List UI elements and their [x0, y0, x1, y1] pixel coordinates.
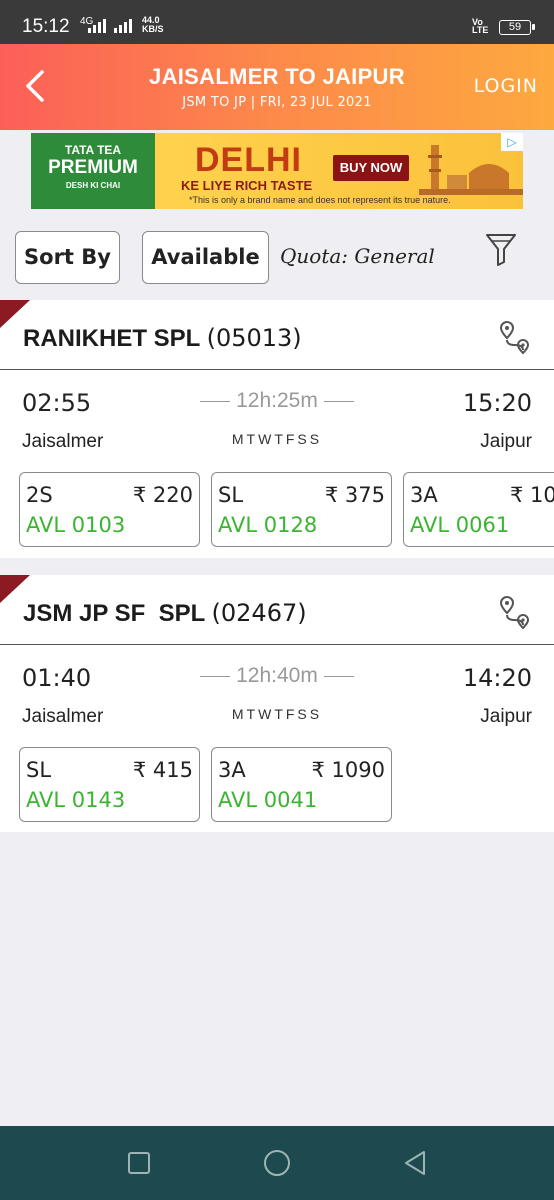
- class-price: ₹ 10: [510, 483, 554, 507]
- class-availability: AVL 0041: [218, 788, 318, 812]
- quota-value: General: [354, 244, 435, 268]
- class-availability: AVL 0061: [410, 513, 510, 537]
- duration-text: 12h:40m: [236, 664, 318, 687]
- ad-tagline: KE LIYE RICH TASTE: [181, 178, 313, 193]
- ad-buy-now-button[interactable]: BUY NOW: [333, 155, 409, 181]
- login-button[interactable]: LOGIN: [474, 75, 538, 97]
- class-name: 3A: [218, 758, 246, 782]
- train-name-text: JSM JP SF SPL: [23, 600, 205, 627]
- ad-choices-icon[interactable]: ▷: [501, 133, 523, 151]
- class-name: SL: [26, 758, 52, 782]
- class-option-3a[interactable]: 3A ₹ 1090 AVL 0041: [211, 747, 392, 822]
- class-availability: AVL 0128: [218, 513, 318, 537]
- class-availability: AVL 0103: [26, 513, 126, 537]
- train-card[interactable]: JSM JP SF SPL (02467) 01:40 12h:40m 14:2…: [0, 575, 554, 832]
- status-bar: 15:12 4G 44.0 KB/S Vo LTE 59: [0, 0, 554, 44]
- class-price: ₹ 375: [324, 483, 385, 507]
- speed-unit: KB/S: [142, 24, 164, 34]
- ad-brand-panel: TATA TEA PREMIUM DESH KI CHAI: [31, 133, 155, 209]
- app-header: JAISALMER TO JAIPUR JSM TO JP | FRI, 23 …: [0, 44, 554, 130]
- arrival-time: 15:20: [462, 389, 532, 417]
- route-map-icon[interactable]: [498, 594, 532, 630]
- volte-icon: Vo LTE: [472, 18, 489, 35]
- ad-banner[interactable]: TATA TEA PREMIUM DESH KI CHAI DELHI KE L…: [31, 133, 523, 209]
- train-number: (05013): [206, 324, 302, 352]
- signal-icon: [88, 17, 106, 33]
- class-option-3a[interactable]: 3A ₹ 10 AVL 0061: [403, 472, 554, 547]
- quota-label: Quota:: [280, 244, 349, 268]
- class-price: ₹ 220: [132, 483, 193, 507]
- volte-line2: LTE: [472, 25, 489, 35]
- class-option-sl[interactable]: SL ₹ 415 AVL 0143: [19, 747, 200, 822]
- ad-headline: DELHI: [195, 141, 302, 179]
- ad-disclaimer: *This is only a brand name and does not …: [189, 195, 451, 205]
- arrival-station: Jaipur: [480, 431, 532, 452]
- train-card[interactable]: RANIKHET SPL (05013) 02:55 12h:25m 15:20…: [0, 300, 554, 558]
- battery-icon: 59: [499, 20, 535, 35]
- ad-main-panel: DELHI KE LIYE RICH TASTE BUY NOW *This i…: [155, 133, 523, 209]
- signal-icon-2: [114, 17, 132, 33]
- train-number: (02467): [211, 599, 307, 627]
- sort-by-button[interactable]: Sort By: [15, 231, 120, 284]
- route-map-icon[interactable]: [498, 319, 532, 355]
- class-price: ₹ 415: [132, 758, 193, 782]
- available-filter-button[interactable]: Available: [142, 231, 269, 284]
- train-name-text: RANIKHET SPL: [23, 325, 200, 352]
- class-option-2s[interactable]: 2S ₹ 220 AVL 0103: [19, 472, 200, 547]
- home-icon[interactable]: [262, 1148, 292, 1178]
- class-list: 2S ₹ 220 AVL 0103 SL ₹ 375 AVL 0128 3A ₹…: [19, 472, 554, 548]
- running-days: MTWTFSS: [231, 706, 323, 722]
- back-triangle-icon[interactable]: [400, 1148, 430, 1178]
- quota-selector[interactable]: Quota: General: [280, 244, 435, 268]
- train-name: RANIKHET SPL (05013): [23, 324, 302, 353]
- recents-icon[interactable]: [124, 1148, 154, 1178]
- network-speed: 44.0 KB/S: [142, 16, 164, 34]
- arrival-time: 14:20: [462, 664, 532, 692]
- journey-subtitle: JSM TO JP | FRI, 23 JUL 2021: [182, 95, 372, 110]
- duration-text: 12h:25m: [236, 389, 318, 412]
- ad-brand-line2: PREMIUM: [48, 157, 138, 178]
- status-time: 15:12: [22, 16, 70, 37]
- system-nav-bar: [0, 1126, 554, 1200]
- class-price: ₹ 1090: [311, 758, 385, 782]
- funnel-icon[interactable]: [485, 232, 517, 268]
- card-divider: [0, 369, 554, 370]
- arrival-station: Jaipur: [480, 706, 532, 727]
- class-name: 3A: [410, 483, 438, 507]
- class-name: 2S: [26, 483, 53, 507]
- card-divider: [0, 644, 554, 645]
- class-name: SL: [218, 483, 244, 507]
- ad-brand-line1: TATA TEA: [64, 143, 122, 157]
- class-list: SL ₹ 415 AVL 0143 3A ₹ 1090 AVL 0041: [19, 747, 554, 823]
- class-availability: AVL 0143: [26, 788, 126, 812]
- train-name: JSM JP SF SPL (02467): [23, 599, 307, 628]
- class-option-sl[interactable]: SL ₹ 375 AVL 0128: [211, 472, 392, 547]
- page-title: JAISALMER TO JAIPUR: [149, 64, 405, 89]
- running-days: MTWTFSS: [231, 431, 323, 447]
- ad-brand-line3: DESH KI CHAI: [65, 181, 121, 190]
